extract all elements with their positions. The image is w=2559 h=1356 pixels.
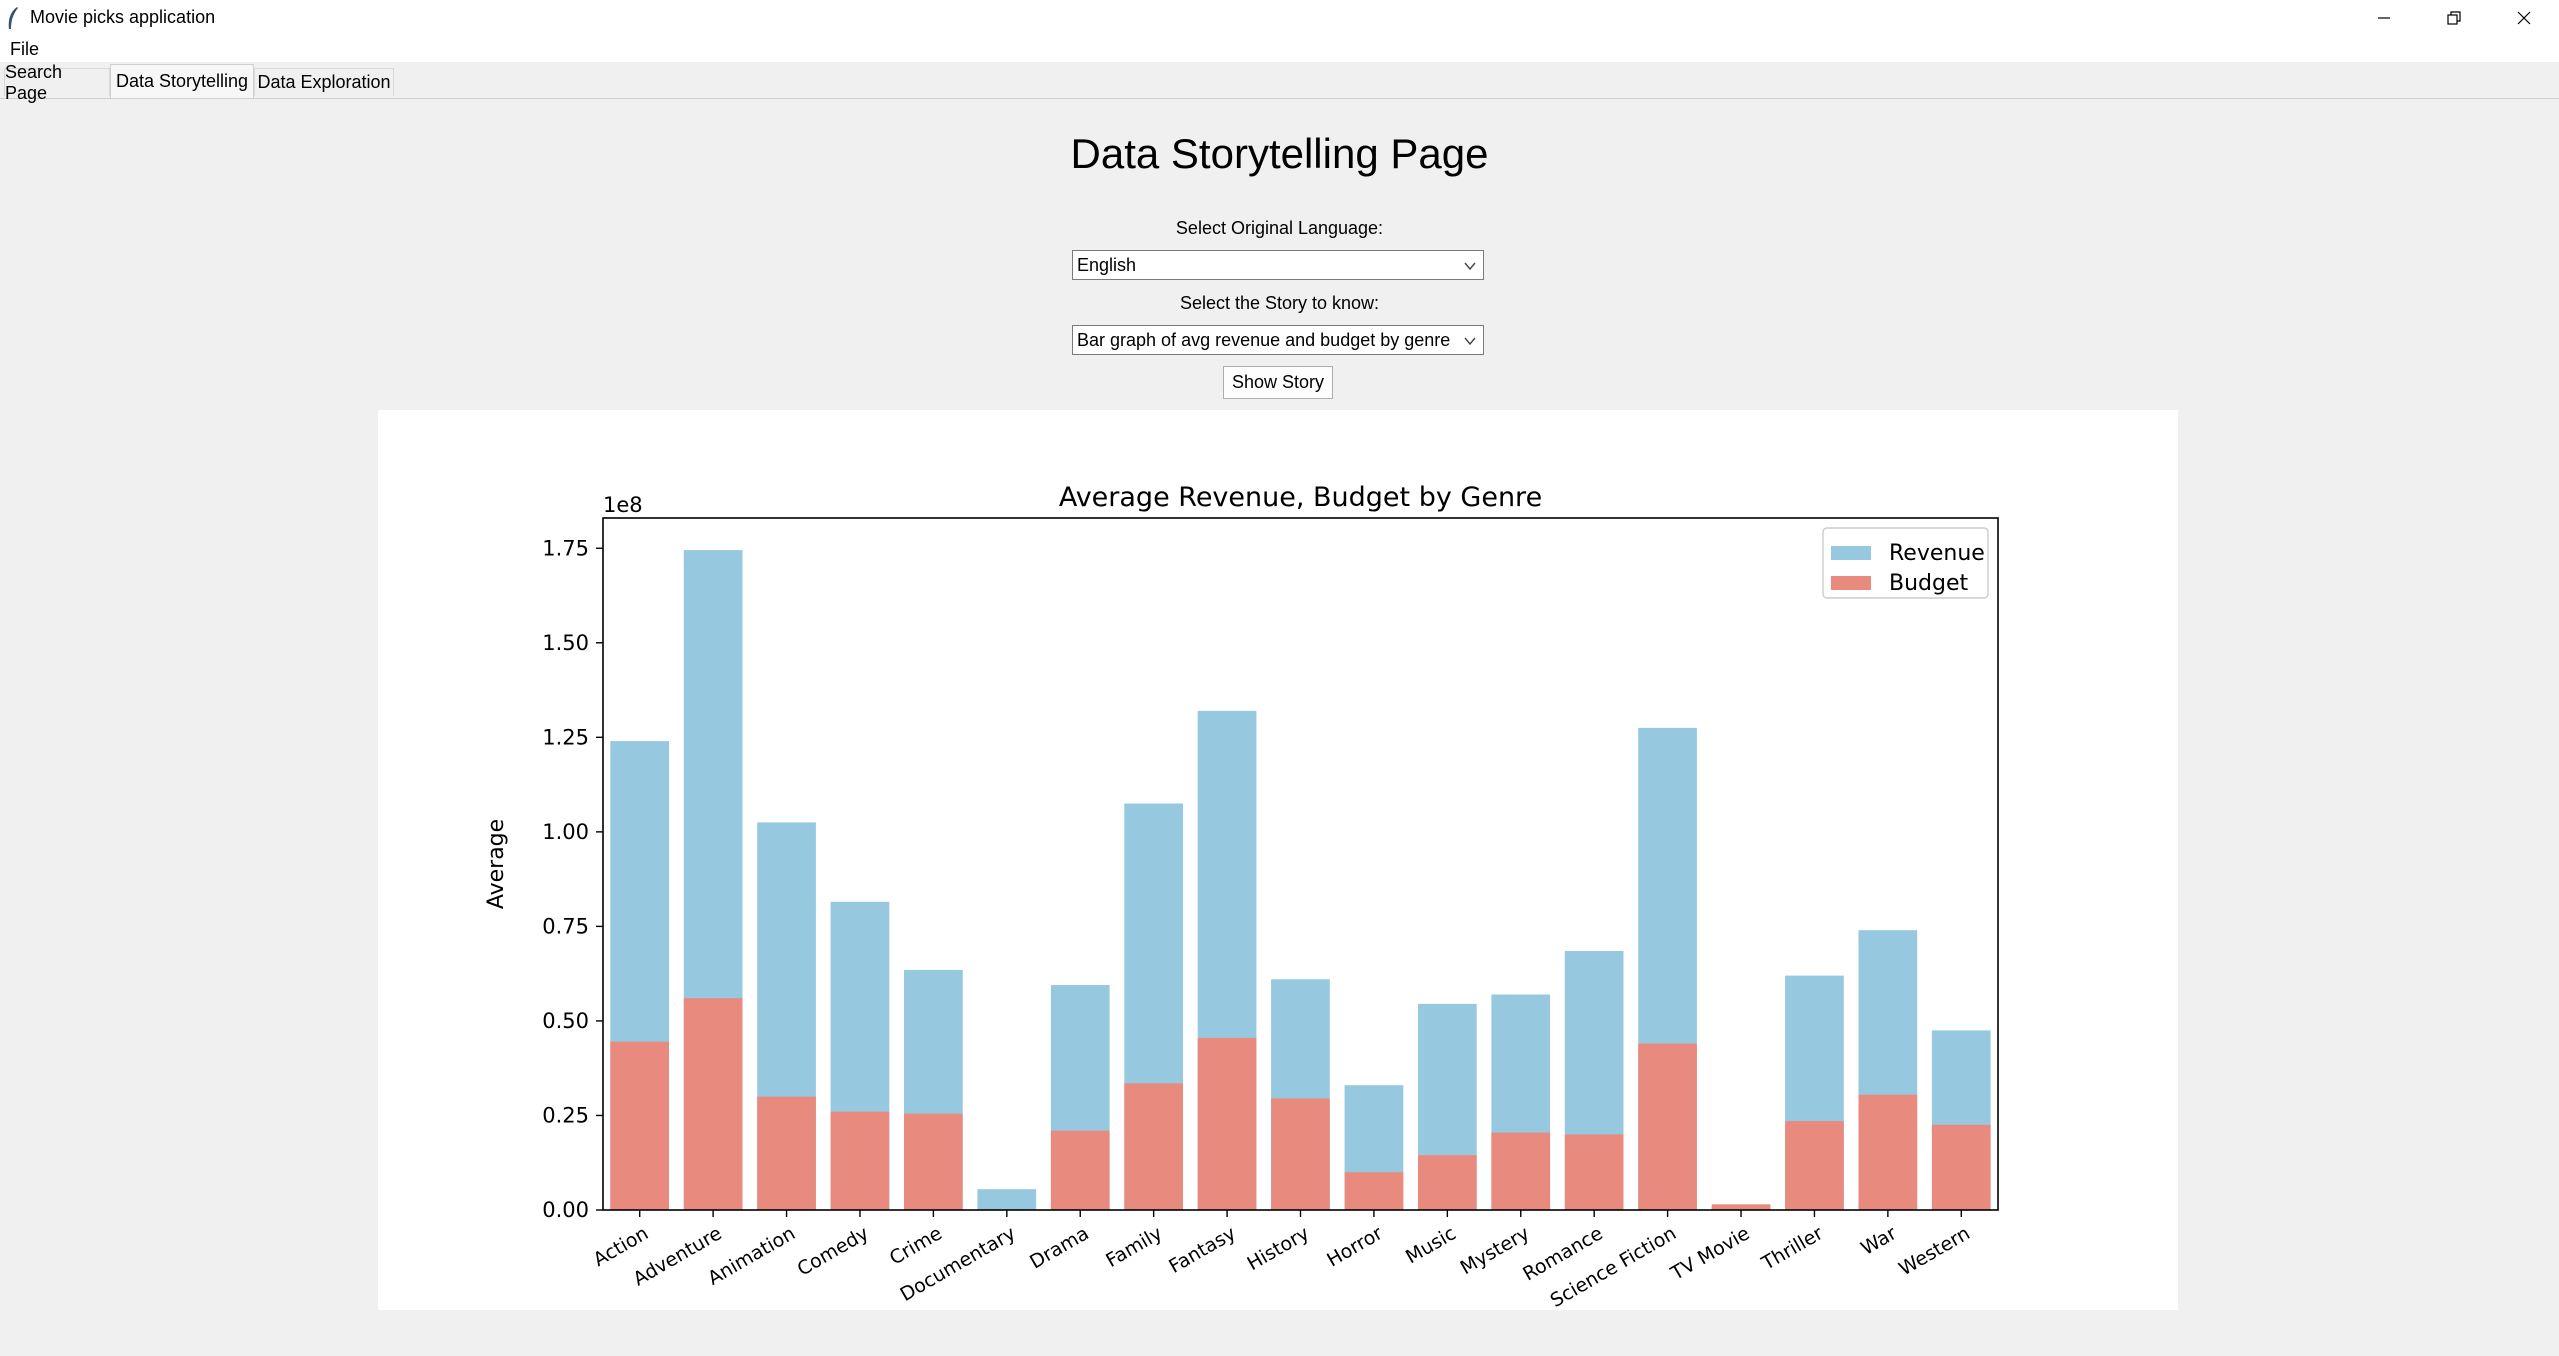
chart-panel: 0.00 0.25 0.50 0.75 1.00 1.25 1.50 1.75 Action Ad…: [378, 410, 2178, 1310]
story-select-value: Bar graph of avg revenue and budget by g…: [1077, 330, 1451, 350]
bar-budget: [610, 1041, 669, 1210]
y-tick-label: 0.00: [542, 1198, 589, 1222]
bar-budget: [830, 1111, 890, 1210]
y-tick-label: 0.25: [542, 1103, 589, 1127]
story-select[interactable]: Bar graph of avg revenue and budget by g…: [1072, 325, 1484, 355]
x-tick-label: TV Movie: [1666, 1222, 1753, 1285]
menu-file[interactable]: File: [10, 39, 39, 60]
bar-budget: [683, 998, 743, 1210]
bar-budget: [1197, 1037, 1257, 1210]
tab-data-exploration[interactable]: Data Exploration: [254, 68, 394, 96]
y-axis-label: Average: [484, 819, 509, 909]
legend-label-revenue: Revenue: [1889, 541, 1985, 566]
chevron-down-icon: [1464, 337, 1476, 346]
x-tick-label: Western: [1895, 1222, 1973, 1280]
minimize-button[interactable]: [2349, 0, 2419, 36]
y-tick-label: 1.00: [542, 820, 589, 844]
bar-revenue: [977, 1189, 1037, 1210]
x-tick-label: Comedy: [794, 1222, 873, 1280]
bar-budget: [1785, 1121, 1844, 1210]
y-tick-label: 0.75: [542, 914, 589, 938]
language-label: Select Original Language:: [1175, 218, 1384, 238]
close-button[interactable]: [2489, 0, 2559, 36]
x-tick-label: Horror: [1323, 1222, 1386, 1271]
y-tick-label: 0.50: [542, 1009, 589, 1033]
bar-budget: [1711, 1204, 1771, 1210]
legend-label-budget: Budget: [1889, 571, 1969, 596]
y-tick-label: 1.50: [542, 631, 589, 655]
bar-budget: [1491, 1132, 1551, 1210]
chart-title: Average Revenue, Budget by Genre: [1059, 482, 1542, 513]
language-select[interactable]: English: [1072, 250, 1484, 280]
restore-icon: [2447, 11, 2461, 25]
title-bar: Movie picks application: [0, 0, 2559, 36]
x-tick-label: Family: [1102, 1222, 1166, 1272]
legend-swatch-revenue: [1831, 546, 1871, 560]
y-tick-label: 1.75: [542, 536, 589, 560]
bar-chart: 0.000.250.500.751.001.251.501.75ActionAd…: [484, 482, 1999, 1310]
story-label: Select the Story to know:: [1179, 293, 1380, 313]
tab-search-page[interactable]: Search Page: [4, 62, 110, 103]
bar-budget: [1858, 1094, 1918, 1210]
menu-bar: File: [0, 36, 2559, 62]
bar-budget: [1050, 1130, 1110, 1210]
minimize-icon: [2378, 17, 2390, 19]
page-title: Data Storytelling Page: [1070, 130, 1489, 177]
bar-budget: [1931, 1124, 1991, 1210]
feather-icon: [8, 7, 18, 29]
y-tick-label: 1.25: [542, 725, 589, 749]
show-story-button[interactable]: Show Story: [1223, 366, 1333, 399]
legend-swatch-budget: [1831, 576, 1871, 590]
tab-data-storytelling[interactable]: Data Storytelling: [110, 64, 254, 98]
y-offset-label: 1e8: [603, 493, 643, 517]
bar-budget: [1124, 1083, 1183, 1210]
restore-button[interactable]: [2419, 0, 2489, 36]
bar-budget: [1271, 1098, 1330, 1210]
x-tick-label: Thriller: [1757, 1222, 1827, 1275]
x-tick-label: War: [1857, 1222, 1900, 1260]
bar-budget: [1344, 1172, 1404, 1210]
language-select-value: English: [1077, 255, 1137, 275]
x-tick-label: History: [1243, 1222, 1313, 1275]
tab-strip: Search Page Data Storytelling Data Explo…: [0, 62, 2559, 103]
bar-budget: [1638, 1043, 1697, 1210]
close-icon: [2517, 11, 2531, 25]
x-tick-label: Music: [1402, 1222, 1460, 1268]
x-tick-label: Science Fiction: [1547, 1222, 1680, 1310]
chevron-down-icon: [1464, 262, 1476, 271]
x-tick-label: Fantasy: [1165, 1222, 1239, 1278]
bar-budget: [1564, 1134, 1624, 1210]
bar-budget: [1418, 1155, 1477, 1210]
bar-budget: [757, 1096, 816, 1210]
window-title: Movie picks application: [30, 7, 216, 27]
bar-budget: [904, 1113, 963, 1210]
x-tick-label: Drama: [1026, 1222, 1093, 1273]
